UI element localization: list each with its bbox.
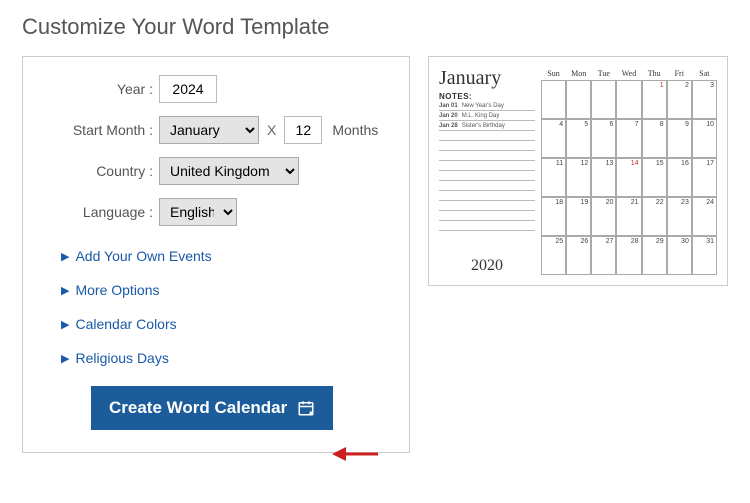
preview-day-cell: 22 [642,197,667,236]
preview-note-line [439,161,535,171]
preview-day-cell: 7 [616,119,641,158]
year-label: Year : [41,81,159,97]
preview-note-line: Jan 01New Year's Day [439,101,535,111]
preview-note-line [439,141,535,151]
preview-note-line [439,221,535,231]
row-language: Language : English [41,198,391,226]
link-more-options-label: More Options [75,282,159,298]
country-select[interactable]: United Kingdom [159,157,299,185]
link-calendar-colors[interactable]: ▶ Calendar Colors [61,316,391,332]
preview-note-line [439,181,535,191]
preview-day-cell: 28 [616,236,641,275]
start-month-select[interactable]: January [159,116,259,144]
preview-day-cell: 23 [667,197,692,236]
link-calendar-colors-label: Calendar Colors [75,316,176,332]
preview-note-line: Jan 20M.L. King Day [439,111,535,121]
preview-day-cell: 20 [591,197,616,236]
annotation-arrow-icon [330,442,380,466]
preview-day-cell: 18 [541,197,566,236]
preview-day-cell [616,80,641,119]
language-select[interactable]: English [159,198,237,226]
preview-year: 2020 [439,253,535,275]
preview-day-cell: 31 [692,236,717,275]
x-separator: X [259,122,284,138]
start-month-label: Start Month : [41,122,159,138]
preview-day-cell: 11 [541,158,566,197]
triangle-icon: ▶ [61,352,69,365]
link-add-events-label: Add Your Own Events [75,248,211,264]
preview-day-cell: 3 [692,80,717,119]
create-button-label: Create Word Calendar [109,398,287,418]
link-more-options[interactable]: ▶ More Options [61,282,391,298]
preview-note-line [439,131,535,141]
preview-day-cell: 8 [642,119,667,158]
preview-weekday: Thu [642,67,667,80]
row-start-month: Start Month : January X Months [41,116,391,144]
preview-day-cell: 1 [642,80,667,119]
preview-weekday: Sat [692,67,717,80]
row-country: Country : United Kingdom [41,157,391,185]
preview-day-cell: 5 [566,119,591,158]
preview-note-line [439,191,535,201]
preview-note-line [439,171,535,181]
preview-day-cell: 15 [642,158,667,197]
preview-note-line [439,151,535,161]
preview-day-cell [566,80,591,119]
preview-note-line [439,211,535,221]
create-word-calendar-button[interactable]: Create Word Calendar [91,386,333,430]
preview-day-cell: 4 [541,119,566,158]
preview-day-cell: 12 [566,158,591,197]
preview-day-cell: 25 [541,236,566,275]
preview-day-cell [541,80,566,119]
preview-day-cell: 17 [692,158,717,197]
year-input[interactable] [159,75,217,103]
preview-month: January [439,67,535,90]
preview-weekday: Mon [566,67,591,80]
preview-day-cell: 19 [566,197,591,236]
language-label: Language : [41,204,159,220]
preview-weekday: Wed [616,67,641,80]
calendar-preview: January NOTES: Jan 01New Year's DayJan 2… [428,56,728,286]
preview-day-cell: 13 [591,158,616,197]
preview-day-cell: 21 [616,197,641,236]
preview-day-cell: 16 [667,158,692,197]
preview-notes-label: NOTES: [439,92,535,101]
country-label: Country : [41,163,159,179]
preview-note-line [439,201,535,211]
months-label: Months [322,122,378,138]
link-religious-days-label: Religious Days [75,350,168,366]
preview-day-cell: 29 [642,236,667,275]
preview-note-line: Jan 28Sister's Birthday [439,121,535,131]
preview-day-cell [591,80,616,119]
preview-day-cell: 14 [616,158,641,197]
link-religious-days[interactable]: ▶ Religious Days [61,350,391,366]
triangle-icon: ▶ [61,318,69,331]
page-title: Customize Your Word Template [0,0,750,56]
preview-day-cell: 9 [667,119,692,158]
preview-weekday: Fri [667,67,692,80]
preview-day-cell: 30 [667,236,692,275]
preview-weekday: Sun [541,67,566,80]
row-year: Year : [41,75,391,103]
months-input[interactable] [284,116,322,144]
preview-weekday: Tue [591,67,616,80]
preview-day-cell: 2 [667,80,692,119]
triangle-icon: ▶ [61,284,69,297]
preview-day-cell: 24 [692,197,717,236]
preview-day-cell: 26 [566,236,591,275]
triangle-icon: ▶ [61,250,69,263]
preview-day-cell: 27 [591,236,616,275]
preview-day-cell: 10 [692,119,717,158]
calendar-icon [297,399,315,417]
link-add-events[interactable]: ▶ Add Your Own Events [61,248,391,264]
form-panel: Year : Start Month : January X Months Co… [22,56,410,453]
preview-day-cell: 6 [591,119,616,158]
